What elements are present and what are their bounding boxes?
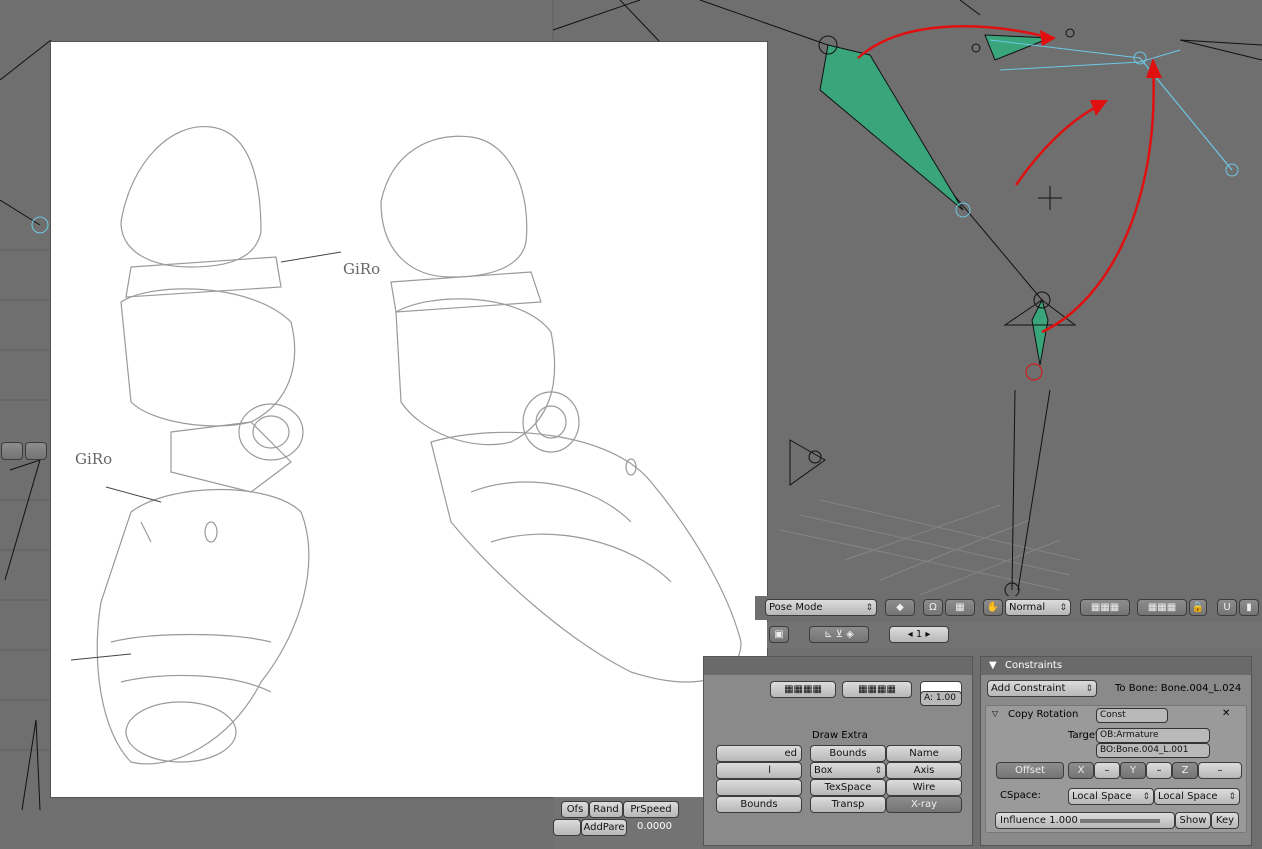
transp-button[interactable]: Transp (810, 796, 886, 813)
draw-extra-label: Draw Extra (812, 730, 868, 741)
target-object-field[interactable]: OB:Armature (1096, 728, 1210, 743)
blank-toggle[interactable] (553, 819, 581, 836)
arm-sketch-drawing (70, 126, 742, 765)
axis-z-button[interactable]: Z (1172, 762, 1198, 779)
layers-icon-2[interactable]: ▦▦▦ (1137, 599, 1187, 616)
render-icon[interactable]: ▮ (1239, 599, 1259, 616)
texspace-button[interactable]: TexSpace (810, 779, 886, 796)
concept-sketch-image: GiRo GiRo (51, 42, 767, 797)
bounds-type-select[interactable]: Box (810, 762, 886, 779)
expand-triangle-icon[interactable]: ▽ (992, 709, 998, 718)
draw-type-row[interactable]: ▦▦▦▦ (770, 681, 836, 698)
draw-panel: ▦▦▦▦ ▦▦▦▦ A: 1.00 Draw Extra ed l Bounds… (703, 656, 973, 846)
draw-mode-select[interactable]: Normal (1005, 599, 1071, 616)
key-button[interactable]: Key (1211, 812, 1239, 829)
frame-value: 1 (915, 629, 923, 640)
alpha-field[interactable]: A: 1.00 (920, 691, 962, 706)
pivot-icon[interactable]: Ω (923, 599, 943, 616)
draw-type-row-2[interactable]: ▦▦▦▦ (842, 681, 912, 698)
axis-x-invert-button[interactable]: – (1094, 762, 1120, 779)
name-button[interactable]: Name (886, 745, 962, 762)
draw-button-partial-2[interactable]: l (716, 762, 802, 779)
buttons-header: ▣ ⊾ ⊻ ◈ ◂ 1 ▸ (767, 622, 1262, 648)
sketch-note-left: GiRo (75, 450, 113, 468)
ofs-button[interactable]: Ofs (561, 801, 589, 818)
snap-grid-icon[interactable]: ▦ (945, 599, 975, 616)
bone-lower (1031, 298, 1049, 366)
show-button[interactable]: Show (1175, 812, 1211, 829)
draw-type-icon[interactable]: ◆ (885, 599, 915, 616)
add-constraint-menu[interactable]: Add Constraint (987, 680, 1097, 697)
xray-button[interactable]: X-ray (886, 796, 962, 813)
prspeed-button[interactable]: PrSpeed (623, 801, 679, 818)
draw-mode-label: Normal (1009, 602, 1046, 613)
draw-panel-title (704, 657, 972, 675)
frame-field[interactable]: ◂ 1 ▸ (889, 626, 949, 643)
hand-icon[interactable]: ✋ (983, 599, 1003, 616)
constraints-panel-header[interactable]: ▼ Constraints (981, 657, 1251, 675)
cspace-label: CSpace: (1000, 790, 1041, 801)
axis-button[interactable]: Axis (886, 762, 962, 779)
draw-button-partial-1[interactable]: ed (716, 745, 802, 762)
particle-value: 0.0000 (637, 821, 672, 832)
to-bone-label: To Bone: Bone.004_L.024 (1115, 683, 1242, 694)
wire-button[interactable]: Wire (886, 779, 962, 796)
constraints-panel: ▼ Constraints Add Constraint To Bone: Bo… (980, 656, 1252, 846)
constraints-panel-title: Constraints (1005, 660, 1063, 671)
axis-y-button[interactable]: Y (1120, 762, 1146, 779)
cspace-target-select[interactable]: Local Space (1154, 788, 1240, 805)
bone-upper (819, 44, 964, 211)
bounds-button[interactable]: Bounds (810, 745, 886, 762)
sketch-note-top: GiRo (343, 260, 381, 278)
offset-button[interactable]: Offset (996, 762, 1064, 779)
annotation-arrowheads (1040, 30, 1162, 116)
viewport-header: Pose Mode ◆ Ω ▦ ✋ Normal ▦▦▦ ▦▦▦ 🔒 U ▮ (755, 596, 1262, 620)
3d-cursor (1025, 186, 1062, 381)
mode-label: Pose Mode (769, 602, 823, 613)
lock-icon[interactable]: 🔒 (1189, 599, 1207, 616)
blank-draw-button[interactable] (716, 779, 802, 796)
target-bone-field[interactable]: BO:Bone.004_L.001 (1096, 743, 1210, 758)
cspace-owner-select[interactable]: Local Space (1068, 788, 1154, 805)
bone-small (984, 34, 1051, 61)
close-icon[interactable]: ✕ (1222, 708, 1230, 719)
layers-icon[interactable]: ▦▦▦ (1080, 599, 1130, 616)
axis-y-invert-button[interactable]: – (1146, 762, 1172, 779)
constraint-type-label: Copy Rotation (1008, 709, 1079, 720)
influence-slider[interactable]: Influence 1.000 (995, 812, 1175, 829)
influence-track (1080, 819, 1160, 823)
mode-select[interactable]: Pose Mode (765, 599, 877, 616)
layer-grid-icon-2[interactable] (25, 442, 47, 460)
annotation-arrows (857, 25, 1155, 334)
view-icon[interactable]: ▣ (769, 626, 789, 643)
particles-panel-fragment: Ofs Rand PrSpeed AddPare 0.0000 (553, 797, 703, 849)
magnet-icon[interactable]: U (1217, 599, 1237, 616)
axis-x-button[interactable]: X (1068, 762, 1094, 779)
collapse-triangle-icon[interactable]: ▼ (989, 657, 997, 675)
floor-grid (779, 499, 1081, 596)
layer-grid-icon[interactable] (1, 442, 23, 460)
rand-button[interactable]: Rand (589, 801, 623, 818)
constraint-name-field[interactable]: Const (1096, 708, 1168, 723)
context-icons[interactable]: ⊾ ⊻ ◈ (809, 626, 869, 643)
axis-z-invert-button[interactable]: – (1198, 762, 1242, 779)
addpare-button[interactable]: AddPare (581, 819, 627, 836)
influence-label: Influence 1.000 (1000, 815, 1078, 826)
bounds-left-button[interactable]: Bounds (716, 796, 802, 813)
